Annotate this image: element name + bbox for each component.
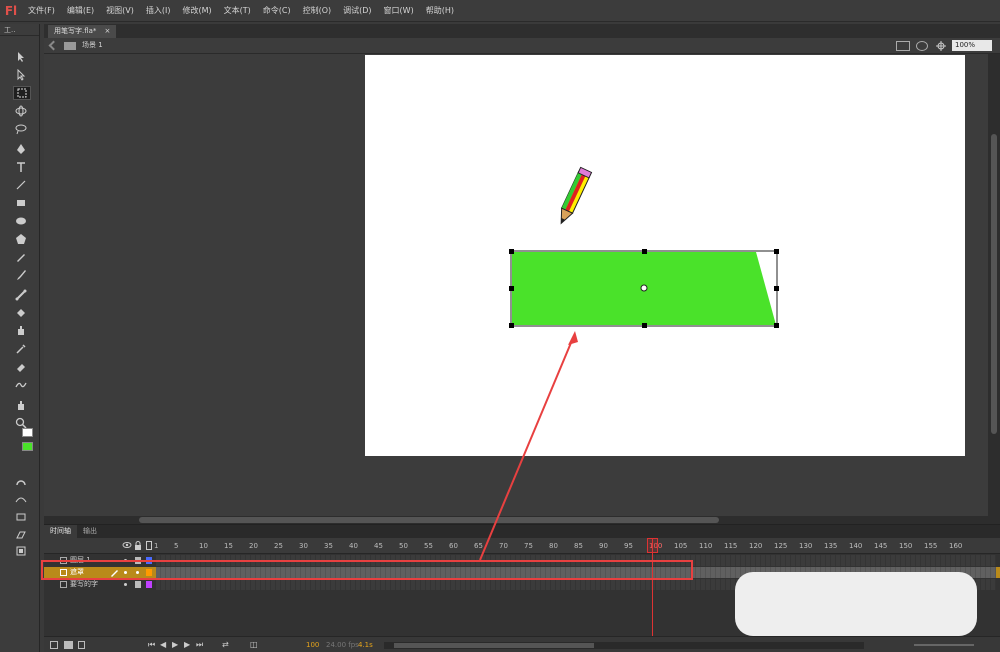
elapsed-time[interactable]: 4.1s <box>358 641 373 649</box>
layer-color-box[interactable] <box>146 569 152 576</box>
lock-icon[interactable] <box>135 581 141 588</box>
pencil-icon <box>110 568 119 579</box>
pencil-graphic <box>560 166 593 225</box>
playhead[interactable] <box>652 538 653 636</box>
loop-icon[interactable]: ⇄ <box>222 640 229 649</box>
timeline-ruler[interactable]: 1 5 10 15 20 25 30 35 40 45 50 55 60 65 70 75 80 85 90 95 10… <box>44 538 1000 554</box>
horizontal-scrollbar[interactable] <box>44 516 988 524</box>
frame-number[interactable]: 40 <box>349 542 358 550</box>
frame-number[interactable]: 135 <box>824 542 837 550</box>
vertical-scrollbar[interactable] <box>988 54 1000 524</box>
vertical-scroll-thumb[interactable] <box>991 134 997 434</box>
last-frame-icon[interactable]: ⏭ <box>196 640 203 650</box>
layer-name[interactable]: 图层 1 <box>70 555 91 566</box>
flash-app-window: Fl 文件(F) 编辑(E) 视图(V) 插入(I) 修改(M) 文本(T) 命… <box>0 0 1000 652</box>
frame-number[interactable]: 80 <box>549 542 558 550</box>
frame-number[interactable]: 85 <box>574 542 583 550</box>
frame-number[interactable]: 15 <box>224 542 233 550</box>
timeline-footer: ⏮ ◀ ▶ ▶ ⏭ ⇄ ◫ 100 24.00 fps 4.1s <box>44 636 1000 652</box>
frame-number[interactable]: 50 <box>399 542 408 550</box>
frame-number[interactable]: 90 <box>599 542 608 550</box>
new-folder-icon[interactable] <box>64 641 73 649</box>
frame-number[interactable]: 20 <box>249 542 258 550</box>
mask-shape-selected[interactable] <box>509 249 779 328</box>
layer-name[interactable]: 要写的字 <box>70 579 98 590</box>
timeline-tabs: 时间轴 输出 <box>44 525 1000 538</box>
horizontal-scroll-thumb[interactable] <box>139 517 719 523</box>
onion-skin-icon[interactable]: ◫ <box>250 640 258 649</box>
lock-icon[interactable] <box>134 541 142 552</box>
layer-icon <box>60 557 67 564</box>
next-frame-icon[interactable]: ▶ <box>184 640 190 649</box>
frame-number[interactable]: 55 <box>424 542 433 550</box>
frame-number[interactable]: 110 <box>699 542 712 550</box>
frame-number[interactable]: 125 <box>774 542 787 550</box>
frame-number[interactable]: 1 <box>154 542 158 550</box>
frame-number[interactable]: 60 <box>449 542 458 550</box>
new-layer-icon[interactable] <box>50 641 58 649</box>
frame-number[interactable]: 5 <box>174 542 178 550</box>
layer-name[interactable]: 遮罩 <box>70 567 84 578</box>
timeline-hscroll-thumb[interactable] <box>394 643 594 648</box>
frame-number[interactable]: 25 <box>274 542 283 550</box>
lock-icon[interactable] <box>135 557 141 564</box>
eye-icon[interactable] <box>122 541 132 551</box>
frame-number[interactable]: 30 <box>299 542 308 550</box>
outline-icon[interactable] <box>146 541 152 550</box>
mask-layer-icon <box>60 569 67 576</box>
frame-number[interactable]: 140 <box>849 542 862 550</box>
play-icon[interactable]: ▶ <box>172 640 178 649</box>
visibility-dot[interactable] <box>124 583 127 586</box>
frame-number[interactable]: 160 <box>949 542 962 550</box>
frame-number[interactable]: 115 <box>724 542 737 550</box>
layer-color-box[interactable] <box>146 557 152 564</box>
frame-number[interactable]: 10 <box>199 542 208 550</box>
layer-row[interactable]: 图层 1 <box>44 555 1000 566</box>
delete-layer-icon[interactable] <box>78 641 85 649</box>
frame-number[interactable]: 75 <box>524 542 533 550</box>
frame-number[interactable]: 65 <box>474 542 483 550</box>
timeline-zoom-slider[interactable] <box>914 644 974 646</box>
tab-timeline[interactable]: 时间轴 <box>44 525 77 538</box>
lock-dot[interactable] <box>136 571 139 574</box>
frame-number[interactable]: 150 <box>899 542 912 550</box>
timeline-hscrollbar[interactable] <box>384 642 864 649</box>
frame-number[interactable]: 105 <box>674 542 687 550</box>
visibility-dot[interactable] <box>124 559 127 562</box>
layer-color-box[interactable] <box>146 581 152 588</box>
frame-number[interactable]: 130 <box>799 542 812 550</box>
frame-rate[interactable]: 24.00 fps <box>326 641 359 649</box>
masked-layer-icon <box>60 581 67 588</box>
frame-number[interactable]: 70 <box>499 542 508 550</box>
frame-number[interactable]: 120 <box>749 542 762 550</box>
frame-number[interactable]: 145 <box>874 542 887 550</box>
layer-frames[interactable] <box>156 555 996 566</box>
frame-number[interactable]: 155 <box>924 542 937 550</box>
visibility-dot[interactable] <box>124 571 127 574</box>
frame-number[interactable]: 45 <box>374 542 383 550</box>
tab-output[interactable]: 输出 <box>77 525 103 538</box>
frame-number[interactable]: 35 <box>324 542 333 550</box>
frame-number[interactable]: 95 <box>624 542 633 550</box>
current-frame[interactable]: 100 <box>306 641 319 649</box>
first-frame-icon[interactable]: ⏮ <box>148 640 155 650</box>
prev-frame-icon[interactable]: ◀ <box>160 640 166 649</box>
obscured-region <box>735 572 977 636</box>
